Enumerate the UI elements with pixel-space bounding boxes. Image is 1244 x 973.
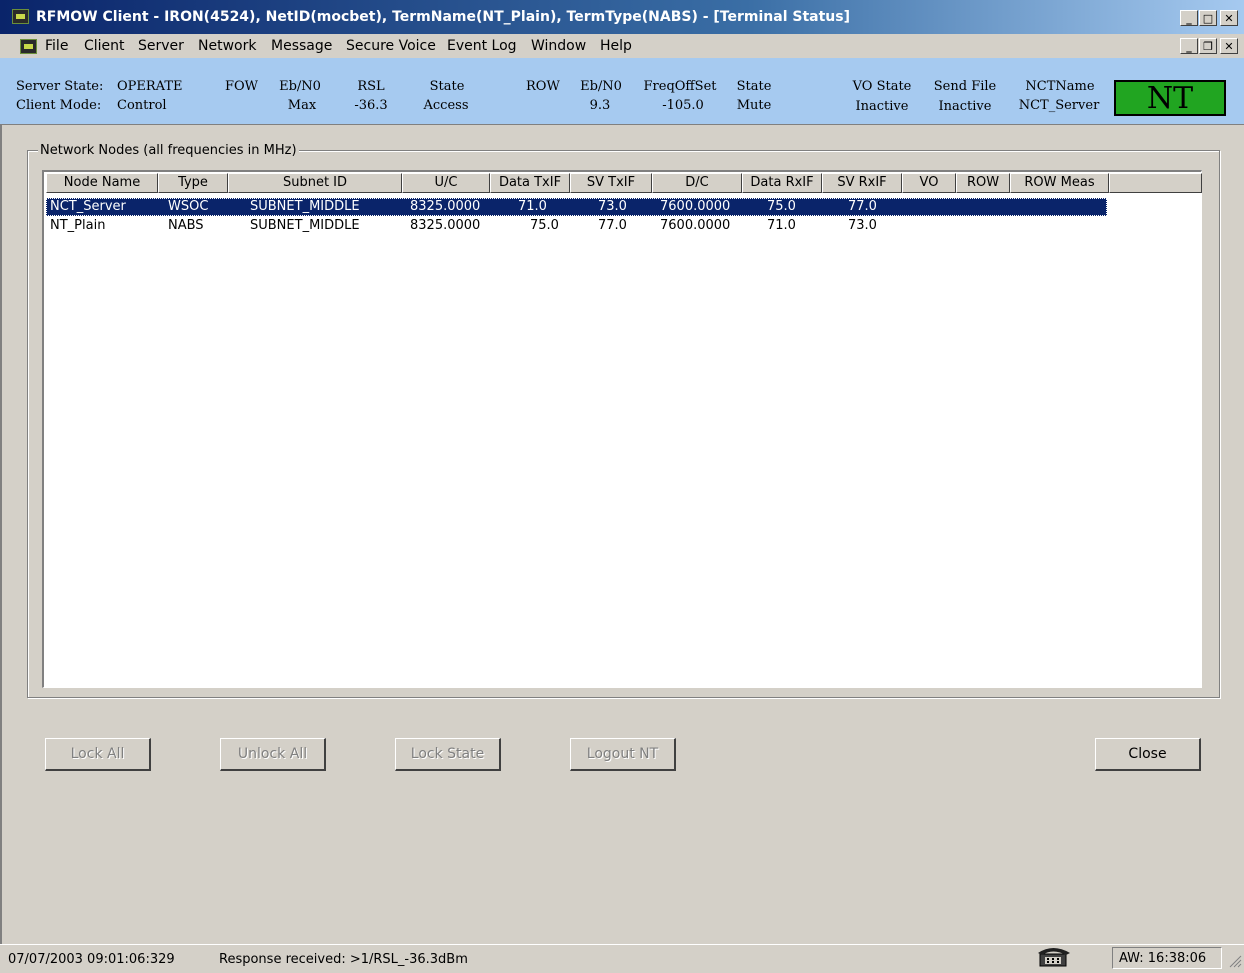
column-header-sv-rxif[interactable]: SV RxIF — [822, 173, 902, 193]
freq-offset-value: -105.0 — [662, 98, 704, 113]
mdi-close-button[interactable]: ✕ — [1220, 38, 1238, 54]
logout-nt-button[interactable]: Logout NT — [570, 738, 676, 771]
close-window-button[interactable]: ✕ — [1220, 10, 1238, 26]
terminal-status-header: Server State: OPERATE Client Mode: Contr… — [0, 58, 1244, 125]
menu-event-log[interactable]: Event Log — [447, 38, 517, 54]
lock-all-button[interactable]: Lock All — [45, 738, 151, 771]
menu-secure-voice[interactable]: Secure Voice — [346, 38, 436, 54]
menu-help[interactable]: Help — [600, 38, 632, 54]
nt-indicator: NT — [1114, 80, 1226, 116]
column-header-row-meas[interactable]: ROW Meas — [1010, 173, 1109, 193]
cell-data-txif: 71.0 — [518, 199, 547, 214]
cell-uc: 8325.0000 — [410, 199, 481, 214]
cell-dc: 7600.0000 — [660, 199, 731, 214]
table-row[interactable]: NCT_Server WSOC SUBNET_MIDDLE 8325.0000 … — [46, 198, 1107, 216]
send-file-label: Send File — [933, 79, 997, 94]
cell-uc: 8325.0000 — [410, 218, 481, 233]
cell-data-txif: 75.0 — [530, 218, 559, 233]
rsl-value: -36.3 — [354, 98, 388, 113]
mdi-left-border — [0, 124, 2, 944]
menu-message[interactable]: Message — [271, 38, 332, 54]
mdi-restore-button[interactable]: ❐ — [1199, 38, 1217, 54]
vo-state-label: VO State — [852, 79, 912, 94]
nct-name-label: NCTName — [1025, 79, 1095, 94]
client-mode-label: Client Mode: — [16, 98, 102, 113]
cell-dc: 7600.0000 — [660, 218, 731, 233]
minimize-button[interactable]: _ — [1180, 10, 1198, 26]
freq-offset-label: FreqOffSet — [643, 79, 717, 94]
telephone-icon — [1038, 948, 1070, 967]
server-state-value: OPERATE — [117, 79, 183, 94]
network-nodes-list[interactable]: Node Name Type Subnet ID U/C Data TxIF S… — [42, 170, 1202, 688]
maximize-button[interactable]: □ — [1199, 10, 1217, 26]
cell-subnet-id: SUBNET_MIDDLE — [250, 199, 360, 214]
rsl-label: RSL — [357, 79, 385, 94]
row-label: ROW — [526, 79, 560, 94]
cell-node-name: NCT_Server — [50, 199, 126, 214]
row-ebno-label: Eb/N0 — [580, 79, 622, 94]
column-header-node-name[interactable]: Node Name — [46, 173, 158, 193]
status-timestamp: 07/07/2003 09:01:06:329 — [8, 952, 175, 967]
column-header-sv-txif[interactable]: SV TxIF — [570, 173, 652, 193]
cell-sv-rxif: 73.0 — [848, 218, 877, 233]
menu-file[interactable]: File — [45, 38, 68, 54]
network-nodes-group-label: Network Nodes (all frequencies in MHz) — [38, 143, 299, 158]
cell-subnet-id: SUBNET_MIDDLE — [250, 218, 360, 233]
client-mode-value: Control — [117, 98, 167, 113]
aw-time-panel: AW: 16:38:06 — [1112, 947, 1222, 969]
cell-sv-rxif: 77.0 — [848, 199, 877, 214]
cell-data-rxif: 71.0 — [767, 218, 796, 233]
window-title: RFMOW Client - IRON(4524), NetID(mocbet)… — [36, 9, 850, 25]
menu-client[interactable]: Client — [84, 38, 125, 54]
cell-type: WSOC — [168, 199, 209, 214]
row-state-label: State — [736, 79, 772, 94]
title-bar[interactable]: RFMOW Client - IRON(4524), NetID(mocbet)… — [0, 0, 1244, 34]
menu-network[interactable]: Network — [198, 38, 256, 54]
lock-state-button[interactable]: Lock State — [395, 738, 501, 771]
send-file-value: Inactive — [938, 99, 992, 114]
row-state-value: Mute — [736, 98, 772, 113]
cell-data-rxif: 75.0 — [767, 199, 796, 214]
status-message: Response received: >1/RSL_-36.3dBm — [219, 952, 468, 967]
resize-grip-icon[interactable] — [1228, 954, 1242, 968]
mdi-child-icon[interactable] — [20, 39, 37, 54]
fow-state-value: Access — [423, 98, 469, 113]
fow-label: FOW — [225, 79, 259, 94]
row-ebno-value: 9.3 — [589, 98, 611, 113]
server-state-label: Server State: — [16, 79, 104, 94]
column-header-data-rxif[interactable]: Data RxIF — [742, 173, 822, 193]
column-header-data-txif[interactable]: Data TxIF — [490, 173, 570, 193]
app-icon[interactable] — [12, 9, 29, 24]
column-header-row[interactable]: ROW — [956, 173, 1010, 193]
close-button[interactable]: Close — [1095, 738, 1201, 771]
aw-time: AW: 16:38:06 — [1119, 951, 1207, 966]
column-header-vo[interactable]: VO — [902, 173, 956, 193]
vo-state-value: Inactive — [855, 99, 909, 114]
table-row[interactable]: NT_Plain NABS SUBNET_MIDDLE 8325.0000 75… — [46, 217, 1107, 235]
menu-server[interactable]: Server — [138, 38, 184, 54]
cell-type: NABS — [168, 218, 204, 233]
column-header-filler — [1109, 173, 1202, 193]
fow-ebno-label: Eb/N0 — [279, 79, 321, 94]
column-header-uc[interactable]: U/C — [402, 173, 490, 193]
list-header: Node Name Type Subnet ID U/C Data TxIF S… — [46, 173, 1202, 194]
cell-node-name: NT_Plain — [50, 218, 106, 233]
menu-bar: File Client Server Network Message Secur… — [0, 34, 1244, 58]
nct-name-value: NCT_Server — [1018, 98, 1100, 113]
column-header-type[interactable]: Type — [158, 173, 228, 193]
fow-ebno-value: Max — [287, 98, 317, 113]
fow-state-label: State — [429, 79, 465, 94]
cell-sv-txif: 73.0 — [598, 199, 627, 214]
column-header-dc[interactable]: D/C — [652, 173, 742, 193]
mdi-minimize-button[interactable]: _ — [1180, 38, 1198, 54]
menu-window[interactable]: Window — [531, 38, 586, 54]
cell-sv-txif: 77.0 — [598, 218, 627, 233]
column-header-subnet-id[interactable]: Subnet ID — [228, 173, 402, 193]
unlock-all-button[interactable]: Unlock All — [220, 738, 326, 771]
